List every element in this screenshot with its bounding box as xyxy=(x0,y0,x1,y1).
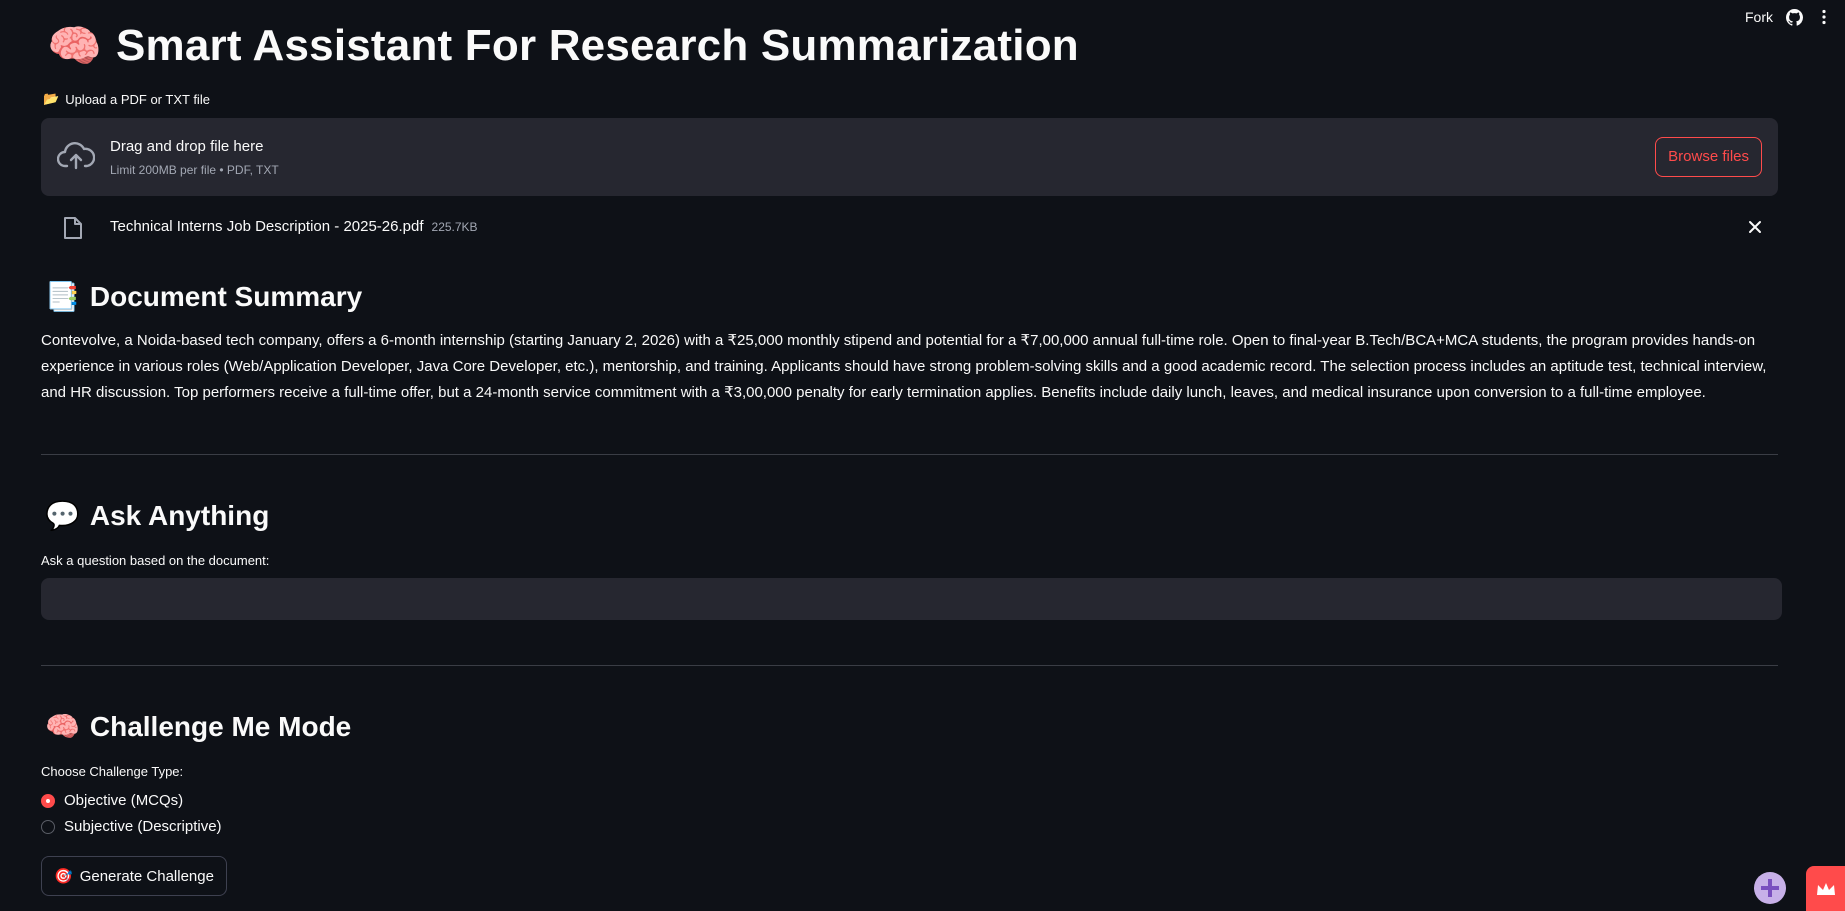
uploaded-file-name: Technical Interns Job Description - 2025… xyxy=(110,218,424,235)
remove-file-icon[interactable] xyxy=(1748,218,1762,239)
ask-heading: 💬 Ask Anything xyxy=(45,499,269,532)
radio-objective-label: Objective (MCQs) xyxy=(64,792,184,809)
challenge-type-label: Choose Challenge Type: xyxy=(41,764,184,779)
cloud-upload-icon xyxy=(56,140,96,177)
question-input[interactable] xyxy=(41,578,1782,620)
top-toolbar: Fork xyxy=(1745,8,1833,26)
document-icon: 📑 xyxy=(45,280,80,313)
challenge-heading-text: Challenge Me Mode xyxy=(89,710,352,742)
uploaded-file-size: 225.7KB xyxy=(431,220,478,234)
radio-selected-indicator[interactable] xyxy=(41,793,55,808)
folder-icon: 📂 xyxy=(43,92,60,107)
summary-heading-text: Document Summary xyxy=(89,280,363,312)
uploaded-file-item: Technical Interns Job Description - 2025… xyxy=(41,212,1778,244)
generate-challenge-button[interactable]: 🎯 Generate Challenge xyxy=(41,856,227,896)
browse-files-button[interactable]: Browse files xyxy=(1655,137,1762,177)
page-title: 🧠 Smart Assistant For Research Summariza… xyxy=(47,20,1079,72)
dropzone-hint: Limit 200MB per file • PDF, TXT xyxy=(110,163,279,177)
radio-objective[interactable]: Objective (MCQs) xyxy=(41,792,183,809)
radio-subjective-label: Subjective (Descriptive) xyxy=(64,818,222,835)
brain-icon: 🧠 xyxy=(45,710,80,743)
target-icon: 🎯 xyxy=(54,867,73,885)
radio-subjective[interactable]: Subjective (Descriptive) xyxy=(41,818,222,835)
divider xyxy=(41,665,1778,666)
summary-heading: 📑 Document Summary xyxy=(45,280,362,313)
challenge-heading: 🧠 Challenge Me Mode xyxy=(45,710,351,743)
fork-link[interactable]: Fork xyxy=(1745,9,1773,25)
ask-heading-text: Ask Anything xyxy=(89,499,270,531)
avatar[interactable] xyxy=(1754,872,1786,904)
radio-unselected-indicator[interactable] xyxy=(41,819,55,834)
file-dropzone[interactable]: Drag and drop file here Limit 200MB per … xyxy=(41,118,1778,196)
kebab-menu-icon[interactable] xyxy=(1815,8,1833,26)
upload-label-text: Upload a PDF or TXT file xyxy=(65,92,210,107)
page-title-text: Smart Assistant For Research Summarizati… xyxy=(116,21,1079,70)
question-input-label: Ask a question based on the document: xyxy=(41,553,270,568)
summary-text: Contevolve, a Noida-based tech company, … xyxy=(41,332,1767,401)
dropzone-title: Drag and drop file here xyxy=(110,138,264,155)
crown-badge-icon[interactable] xyxy=(1806,866,1845,911)
divider xyxy=(41,454,1778,455)
upload-label: 📂 Upload a PDF or TXT file xyxy=(43,92,210,107)
file-icon xyxy=(63,216,83,245)
github-icon[interactable] xyxy=(1785,8,1803,26)
brain-icon: 🧠 xyxy=(47,21,102,72)
generate-challenge-label: Generate Challenge xyxy=(79,867,214,885)
speech-bubble-icon: 💬 xyxy=(45,499,80,532)
